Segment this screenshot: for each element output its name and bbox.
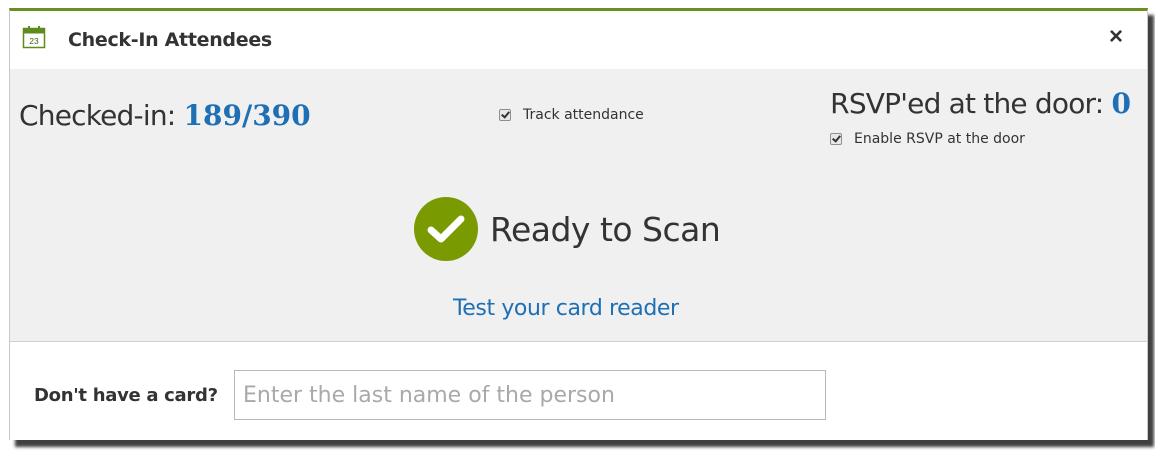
close-icon[interactable]: × (1109, 25, 1123, 49)
enable-rsvp-label: Enable RSVP at the door (854, 131, 1025, 147)
ready-status-text: Ready to Scan (490, 209, 721, 249)
manual-check-in: Don't have a card? (10, 342, 1147, 440)
checked-in-label: Checked-in: (19, 99, 184, 132)
calendar-icon: 23 (22, 26, 46, 49)
test-card-reader-link[interactable]: Test your card reader (453, 296, 679, 321)
enable-rsvp-option[interactable]: Enable RSVP at the door (830, 131, 1025, 147)
enable-rsvp-checkbox[interactable] (830, 133, 842, 145)
rsvp-summary: RSVP'ed at the door: 0 (830, 87, 1131, 120)
track-attendance-checkbox[interactable] (499, 109, 511, 121)
check-circle-icon (414, 197, 478, 261)
checked-in-summary: Checked-in: 189/390 (19, 99, 311, 132)
track-attendance-label: Track attendance (523, 107, 644, 123)
checked-in-total: 390 (252, 99, 311, 132)
dialog-title: Check-In Attendees (68, 29, 272, 51)
attendance-stats: Checked-in: 189/390 Track attendance RSV… (10, 69, 1147, 162)
scan-panel: Ready to Scan Test your card reader (10, 161, 1147, 342)
rsvp-label: RSVP'ed at the door: (830, 87, 1112, 120)
last-name-search-input[interactable] (234, 370, 826, 420)
dialog-titlebar: 23 Check-In Attendees × (10, 11, 1147, 70)
check-in-dialog: 23 Check-In Attendees × Checked-in: 189/… (9, 8, 1148, 440)
ready-status: Ready to Scan (414, 197, 721, 261)
checked-in-separator: / (241, 99, 253, 132)
calendar-day: 23 (29, 36, 39, 46)
track-attendance-option[interactable]: Track attendance (499, 107, 644, 123)
no-card-label: Don't have a card? (34, 385, 218, 406)
rsvp-count: 0 (1111, 87, 1131, 120)
checked-in-count: 189 (183, 99, 242, 132)
